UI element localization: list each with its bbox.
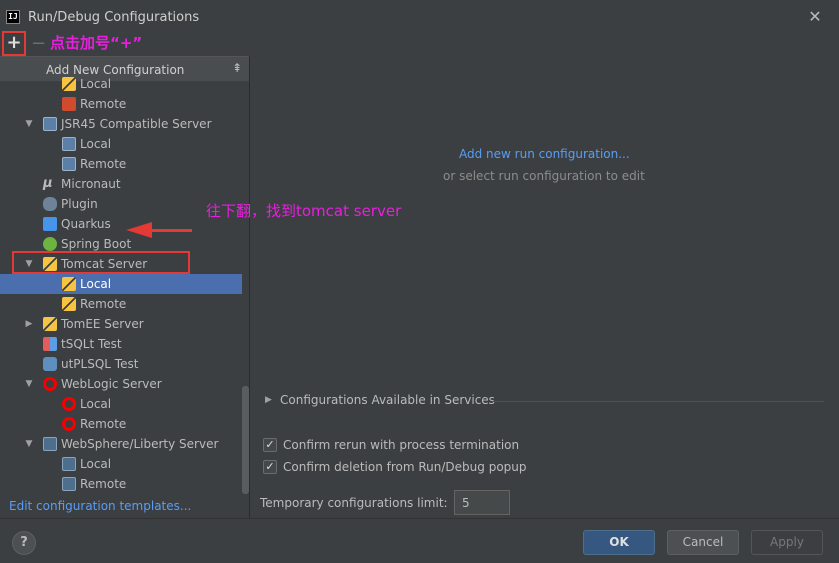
chevron-right-icon[interactable]: ▶ [265,395,272,405]
chevron-down-icon[interactable]: ▼ [24,434,34,454]
annotation-arrow-head [126,222,152,238]
weblogic-icon [62,397,76,411]
ok-button[interactable]: OK [583,530,655,555]
tomcat-icon [62,77,76,91]
annotation-tomcat-highlight-box [12,251,190,274]
tree-item-label: Local [80,277,112,291]
services-divider [492,401,824,402]
tomcat-icon [62,297,76,311]
tree-item-label: Local [80,457,112,471]
confirm-deletion-label: Confirm deletion from Run/Debug popup [283,460,527,474]
select-configuration-hint: or select run configuration to edit [443,169,645,183]
tree-item[interactable]: ▼ WebLogic Server [0,374,242,394]
quarkus-icon [43,217,57,231]
tomcat-icon [43,317,57,331]
micronaut-icon: μ [43,176,53,191]
tree-item-label: Remote [80,417,127,431]
tree-item-label: Remote [80,297,127,311]
tree-item[interactable]: Local [0,134,242,154]
tree-item-label: Local [80,77,112,91]
add-new-run-configuration-link[interactable]: Add new run configuration... [459,147,630,161]
websphere-icon [43,437,57,451]
confirm-deletion-checkbox[interactable]: ✓ [263,460,277,474]
jsr45-icon [43,117,57,131]
annotation-click-plus: 点击加号“+” [50,34,143,52]
tsqlt-icon [43,337,57,351]
tree-item[interactable]: Remote [0,294,242,314]
tree-item-label: Plugin [61,197,98,211]
chevron-down-icon[interactable]: ▼ [24,374,34,394]
annotation-scroll-to-tomcat: 往下翻，找到tomcat server [206,202,402,220]
tree-item[interactable]: Remote [0,474,242,494]
add-configuration-button[interactable]: + [2,31,26,56]
tree-item-label: Remote [80,97,127,111]
tree-item-label: Remote [80,477,127,491]
tree-item-label: Quarkus [61,217,111,231]
cancel-button[interactable]: Cancel [667,530,739,555]
tree-item[interactable]: Local [0,454,242,474]
collapse-all-icon[interactable]: ⇞ [232,61,242,75]
tree-item[interactable]: Local [0,394,242,414]
tree-item[interactable]: ▼ WebSphere/Liberty Server [0,434,242,454]
plugin-icon [43,197,57,211]
tree-item-label: WebLogic Server [61,377,162,391]
tree-item-label: WebSphere/Liberty Server [61,437,219,451]
temporary-limit-label: Temporary configurations limit: [260,496,448,510]
configurations-in-services-toggle[interactable]: Configurations Available in Services [280,393,495,407]
apply-button[interactable]: Apply [751,530,823,555]
chevron-right-icon[interactable]: ▶ [24,314,34,334]
tree-item-label: tSQLt Test [61,337,122,351]
tree-item[interactable]: Remote [0,154,242,174]
websphere-icon [62,477,76,491]
help-button[interactable]: ? [12,531,36,555]
intellij-app-icon: IJ [6,10,20,24]
jsr45-icon [62,157,76,171]
weblogic-icon [62,417,76,431]
bottom-divider [0,518,839,519]
jsr45-icon [62,137,76,151]
tree-item[interactable]: Local [0,274,242,294]
remote-icon [62,97,76,111]
tree-item[interactable]: tSQLt Test [0,334,242,354]
tree-item[interactable]: Remote [0,94,242,114]
tree-item[interactable]: Remote [0,414,242,434]
confirm-rerun-label: Confirm rerun with process termination [283,438,520,452]
tree-item-label: Local [80,137,112,151]
tree-item-label: TomEE Server [61,317,144,331]
chevron-down-icon[interactable]: ▼ [24,114,34,134]
annotation-arrow-shaft [150,229,192,232]
tree-item-label: Local [80,397,112,411]
tree-item-label: utPLSQL Test [61,357,139,371]
weblogic-icon [43,377,57,391]
tree-item-label: Micronaut [61,177,121,191]
edit-configuration-templates-link[interactable]: Edit configuration templates... [9,499,191,513]
tree-item-label: Remote [80,157,127,171]
tree-item[interactable]: utPLSQL Test [0,354,242,374]
tree-item[interactable]: Local [0,74,242,94]
tree-scrollbar[interactable] [242,386,249,494]
temporary-limit-input[interactable] [454,490,510,515]
tree-item-label: JSR45 Compatible Server [61,117,212,131]
tree-item[interactable]: ▶ TomEE Server [0,314,242,334]
tree-item[interactable]: μ Micronaut [0,174,242,194]
confirm-rerun-checkbox[interactable]: ✓ [263,438,277,452]
window-title: Run/Debug Configurations [28,10,200,25]
remove-configuration-button[interactable]: − [31,33,46,54]
utplsql-icon [43,357,57,371]
add-new-configuration-popup: Add New Configuration ⇞ Local Remote ▼ JSR4… [0,56,250,518]
spring-boot-icon [43,237,57,251]
tomcat-icon [62,277,76,291]
close-icon[interactable]: ✕ [806,7,824,26]
websphere-icon [62,457,76,471]
tree-item[interactable]: ▼ JSR45 Compatible Server [0,114,242,134]
